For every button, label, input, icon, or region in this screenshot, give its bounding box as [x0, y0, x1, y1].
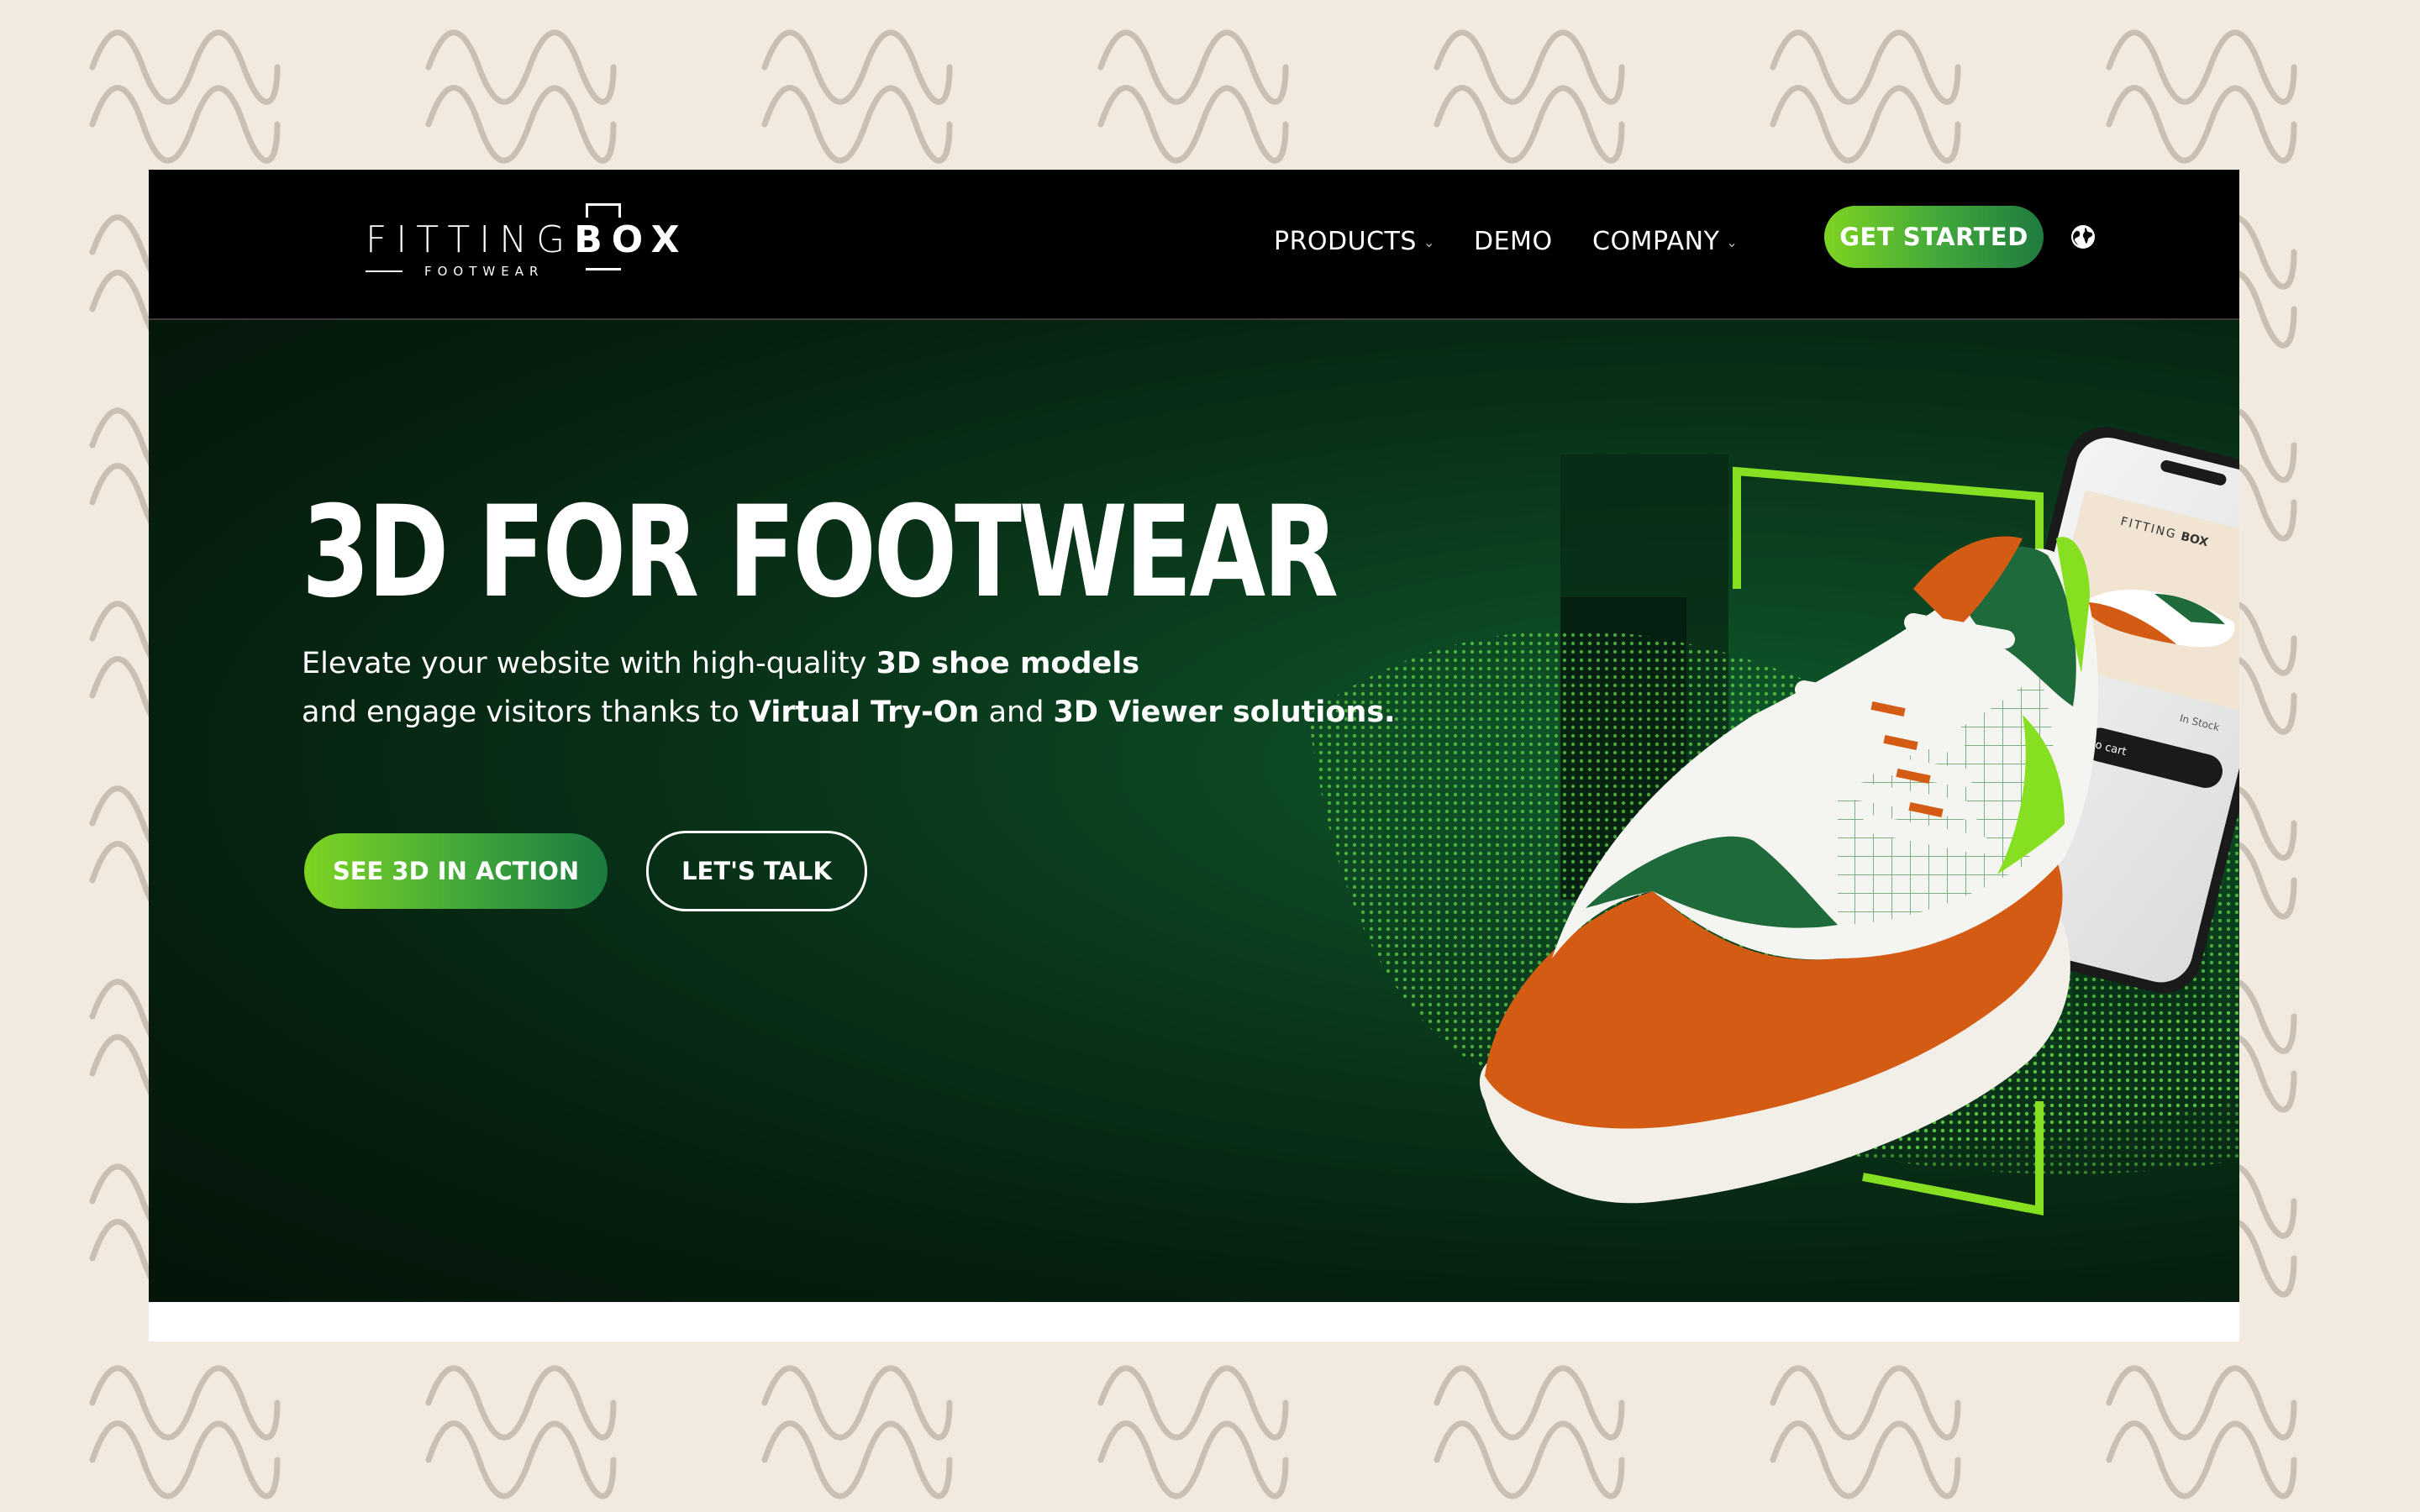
see-3d-in-action-button[interactable]: SEE 3D IN ACTION: [304, 833, 608, 909]
nav-company[interactable]: COMPANY ⌄: [1592, 227, 1738, 256]
top-navbar: FITTINGBOX FOOTWEAR PRODUCTS ⌄ DEMO COMPA…: [149, 170, 2239, 320]
hero-description: Elevate your website with high-quality 3…: [302, 639, 1395, 737]
nav-company-label: COMPANY: [1592, 227, 1720, 256]
fittingbox-logo[interactable]: FITTINGBOX FOOTWEAR: [366, 203, 685, 287]
hero-description-line2: and engage visitors thanks to Virtual Tr…: [302, 696, 1396, 729]
get-started-button[interactable]: GET STARTED: [1824, 206, 2044, 268]
nav-products[interactable]: PRODUCTS ⌄: [1274, 227, 1435, 256]
chevron-down-icon: ⌄: [1726, 234, 1739, 250]
nav-products-label: PRODUCTS: [1274, 227, 1417, 256]
hero-3d-shoe-illustration: FITTING BOX In Stock to cart: [1308, 427, 2239, 1216]
lets-talk-button[interactable]: LET'S TALK: [646, 831, 867, 911]
nav-demo-label: DEMO: [1474, 227, 1553, 256]
logo-tagline: FOOTWEAR: [424, 264, 544, 279]
chevron-down-icon: ⌄: [1423, 234, 1435, 250]
nav-demo[interactable]: DEMO: [1474, 227, 1553, 256]
logo-divider: [366, 270, 402, 272]
logo-bracket-mark: [586, 203, 621, 270]
hero-description-line1: Elevate your website with high-quality 3…: [302, 647, 1140, 680]
logo-wordmark: FITTINGBOX: [366, 218, 689, 261]
website-frame: FITTINGBOX FOOTWEAR PRODUCTS ⌄ DEMO COMPA…: [149, 170, 2239, 1341]
hero-title: 3D FOR FOOTWEAR: [302, 480, 1339, 626]
globe-icon[interactable]: [2070, 223, 2096, 250]
hero-section: FITTING BOX In Stock to cart 3D FOR FOOT…: [149, 320, 2239, 1302]
